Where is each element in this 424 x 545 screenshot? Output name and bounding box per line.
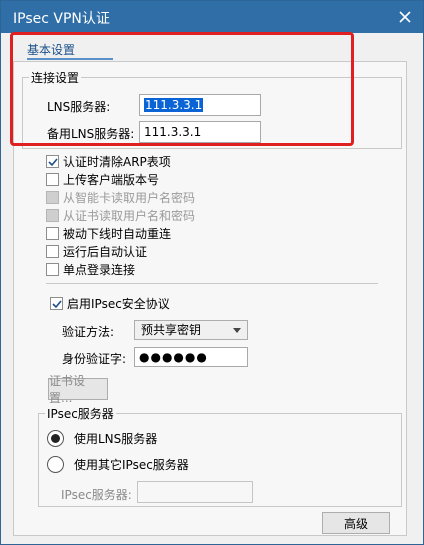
checkmark-icon bbox=[47, 157, 58, 166]
lns-server-input[interactable]: 111.3.3.1 bbox=[139, 94, 261, 116]
option-label: 从智能卡读取用户名密码 bbox=[63, 191, 196, 205]
connection-settings-group: 连接设置 LNS服务器: 111.3.3.1 备用LNS服务器: 111.3.3… bbox=[22, 69, 402, 149]
cert-settings-button: 证书设置... bbox=[48, 374, 108, 405]
radio-button[interactable] bbox=[47, 456, 64, 473]
backup-lns-server-label: 备用LNS服务器: bbox=[47, 127, 135, 141]
checkbox bbox=[46, 209, 59, 222]
radio-use-other-ipsec[interactable]: 使用其它IPsec服务器 bbox=[47, 456, 189, 473]
option-label: 从证书读取用户名和密码 bbox=[63, 209, 196, 223]
checkbox[interactable] bbox=[46, 227, 59, 240]
option-label: 认证时清除ARP表项 bbox=[63, 155, 171, 169]
close-icon bbox=[399, 11, 411, 23]
tab-bar: 基本设置 bbox=[13, 39, 409, 61]
auth-key-input[interactable]: ●●●●●● bbox=[134, 347, 248, 367]
separator bbox=[46, 283, 378, 284]
auth-method-label: 验证方法: bbox=[62, 325, 115, 339]
option-smartcard-credentials: 从智能卡读取用户名密码 bbox=[46, 189, 195, 206]
option-clear-arp[interactable]: 认证时清除ARP表项 bbox=[46, 153, 171, 170]
advanced-button[interactable]: 高级 bbox=[322, 512, 390, 534]
ipsec-server-label: IPsec服务器: bbox=[61, 488, 132, 502]
option-sso[interactable]: 单点登录连接 bbox=[46, 261, 135, 278]
connection-settings-title: 连接设置 bbox=[29, 69, 82, 86]
chevron-down-icon bbox=[233, 328, 241, 333]
checkbox[interactable] bbox=[46, 173, 59, 186]
option-label: 运行后自动认证 bbox=[63, 245, 148, 259]
ipsec-server-title: IPsec服务器 bbox=[45, 405, 116, 422]
radio-label: 使用其它IPsec服务器 bbox=[74, 458, 189, 472]
checkbox[interactable] bbox=[46, 263, 59, 276]
option-label: 单点登录连接 bbox=[63, 263, 136, 277]
ipsec-server-input bbox=[137, 481, 253, 503]
radio-use-lns[interactable]: 使用LNS服务器 bbox=[47, 430, 157, 447]
checkbox[interactable] bbox=[46, 245, 59, 258]
tab-basic-settings[interactable]: 基本设置 bbox=[27, 41, 75, 58]
option-label: 被动下线时自动重连 bbox=[63, 227, 172, 241]
lns-server-value: 111.3.3.1 bbox=[144, 98, 204, 112]
radio-button[interactable] bbox=[47, 430, 64, 447]
vpn-auth-window: IPsec VPN认证 基本设置 连接设置 LNS服务器: 111.3.3.1 … bbox=[0, 0, 424, 545]
radio-label: 使用LNS服务器 bbox=[74, 432, 158, 446]
auth-method-value: 预共享密钥 bbox=[141, 323, 202, 337]
window-title: IPsec VPN认证 bbox=[13, 11, 110, 27]
option-upload-version[interactable]: 上传客户端版本号 bbox=[46, 171, 159, 188]
option-cert-credentials: 从证书读取用户名和密码 bbox=[46, 207, 195, 224]
enable-ipsec-checkbox-row[interactable]: 启用IPsec安全协议 bbox=[50, 295, 170, 312]
backup-lns-server-input[interactable]: 111.3.3.1 bbox=[139, 121, 261, 143]
auth-key-label: 身份验证字: bbox=[62, 352, 127, 366]
checkmark-icon bbox=[51, 299, 62, 308]
option-auto-reconnect[interactable]: 被动下线时自动重连 bbox=[46, 225, 171, 242]
enable-ipsec-label: 启用IPsec安全协议 bbox=[67, 297, 170, 311]
lns-server-label: LNS服务器: bbox=[47, 100, 111, 114]
option-auto-auth[interactable]: 运行后自动认证 bbox=[46, 243, 147, 260]
active-tab-indicator bbox=[27, 58, 113, 60]
ipsec-server-group: IPsec服务器 使用LNS服务器 使用其它IPsec服务器 IPsec服务器: bbox=[38, 405, 402, 507]
checkbox[interactable] bbox=[50, 297, 63, 310]
close-button[interactable] bbox=[387, 1, 423, 33]
basic-settings-panel: 连接设置 LNS服务器: 111.3.3.1 备用LNS服务器: 111.3.3… bbox=[13, 61, 407, 536]
checkbox bbox=[46, 191, 59, 204]
title-bar: IPsec VPN认证 bbox=[1, 1, 423, 33]
option-label: 上传客户端版本号 bbox=[63, 173, 160, 187]
checkbox[interactable] bbox=[46, 155, 59, 168]
auth-method-select[interactable]: 预共享密钥 bbox=[134, 320, 248, 340]
radio-selected-dot bbox=[51, 434, 60, 443]
